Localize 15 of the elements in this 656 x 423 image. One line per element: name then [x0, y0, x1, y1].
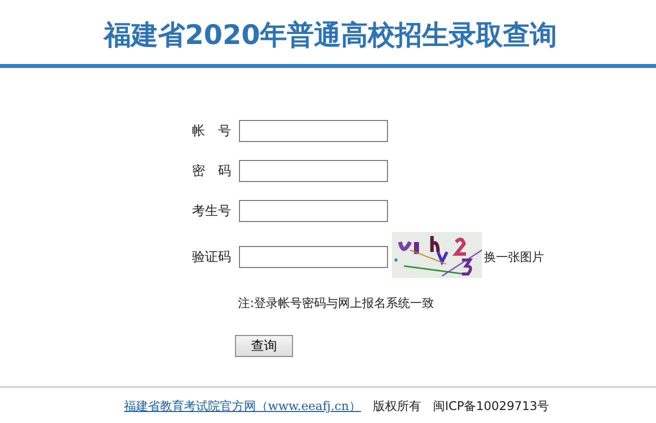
captcha-field[interactable] — [239, 246, 388, 268]
field-label: 验证码 — [192, 249, 232, 266]
copyright-text: 版权所有 — [373, 398, 421, 415]
password-field[interactable] — [239, 160, 388, 182]
input-field[interactable] — [239, 200, 388, 222]
input-field[interactable] — [239, 120, 388, 142]
field-label: 密 码 — [192, 163, 232, 180]
field-label: 考生号 — [192, 203, 232, 220]
query-button[interactable]: 查询 — [235, 335, 293, 357]
field-label: 帐 号 — [192, 123, 232, 140]
refresh-captcha-link[interactable]: 换一张图片 — [484, 248, 544, 266]
login-note: 注:登录帐号密码与网上报名系统一致 — [238, 295, 434, 312]
icp-text: 闽ICP备10029713号 — [433, 398, 550, 415]
page-title: 福建省2020年普通高校招生录取查询 — [104, 19, 558, 53]
website-link[interactable]: 福建省教育考试院官方网（www.eeafj.cn） — [124, 398, 361, 415]
